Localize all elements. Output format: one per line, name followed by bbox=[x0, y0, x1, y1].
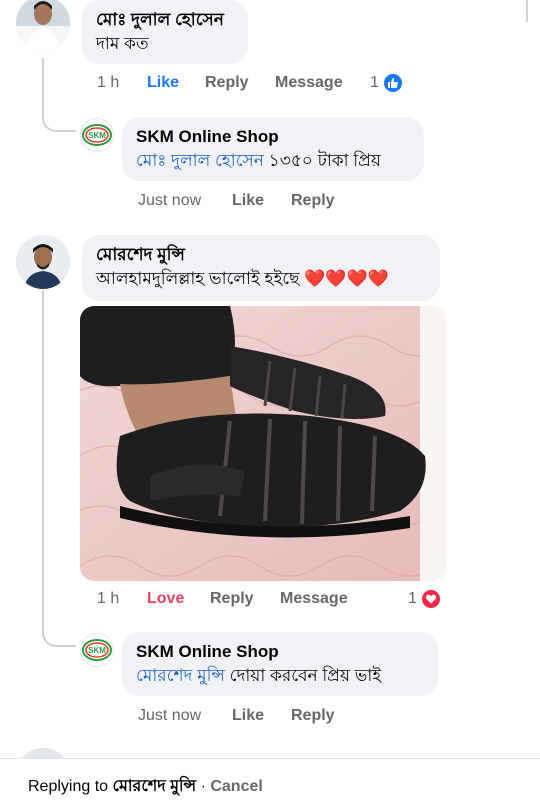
comment-actions: 1 h Like Reply Message bbox=[97, 74, 343, 92]
comment-author[interactable]: মোঃ দুলাল হোসেন bbox=[96, 9, 234, 31]
avatar[interactable] bbox=[16, 235, 70, 289]
reply-button[interactable]: Reply bbox=[205, 74, 275, 92]
replying-to-text: Replying to মোরশেদ মুন্সি · Cancel bbox=[28, 778, 263, 795]
reply-button[interactable]: Reply bbox=[291, 192, 335, 210]
comment-author[interactable]: SKM Online Shop bbox=[136, 126, 410, 148]
reaction-count: 1 bbox=[408, 590, 417, 607]
mention-link[interactable]: মোরশেদ মুন্সি bbox=[136, 666, 225, 685]
scroll-indicator bbox=[526, 0, 528, 22]
reply-bubble[interactable]: SKM Online Shop মোঃ দুলাল হোসেন ১৩৫০ টাক… bbox=[122, 117, 424, 181]
reply-actions: Just now Like Reply bbox=[138, 707, 335, 725]
message-button[interactable]: Message bbox=[275, 74, 343, 92]
message-button[interactable]: Message bbox=[280, 590, 348, 608]
comment-time: Just now bbox=[138, 192, 202, 209]
svg-text:SKM: SKM bbox=[88, 131, 106, 140]
replying-to-bar: Replying to মোরশেদ মুন্সি · Cancel bbox=[0, 758, 540, 802]
avatar[interactable]: SKM bbox=[80, 633, 114, 667]
cancel-button[interactable]: Cancel bbox=[210, 778, 262, 795]
mention-link[interactable]: মোঃ দুলাল হোসেন bbox=[136, 151, 264, 170]
reply-button[interactable]: Reply bbox=[291, 707, 335, 725]
reaction-summary[interactable]: 1 bbox=[370, 72, 404, 94]
like-button[interactable]: Like bbox=[232, 192, 291, 210]
love-icon bbox=[419, 588, 442, 610]
comment-time: 1 h bbox=[97, 590, 120, 607]
user-avatar-icon bbox=[16, 235, 70, 289]
thread-connector bbox=[42, 110, 76, 132]
comment-author[interactable]: SKM Online Shop bbox=[136, 641, 424, 663]
reply-button[interactable]: Reply bbox=[210, 590, 280, 608]
reply-bubble[interactable]: SKM Online Shop মোরশেদ মুন্সি দোয়া করবে… bbox=[122, 632, 438, 696]
avatar[interactable]: SKM bbox=[80, 118, 114, 152]
comment-photo[interactable] bbox=[80, 306, 446, 581]
shop-logo-icon: SKM bbox=[82, 639, 112, 661]
comment-text: মোঃ দুলাল হোসেন ১৩৫০ টাকা প্রিয় bbox=[136, 151, 381, 170]
comment-text: আলহামদুলিল্লাহ ভালোই হইছে ❤️❤️❤️❤️ bbox=[96, 269, 389, 288]
comment-bubble[interactable]: মোরশেদ মুন্সি আলহামদুলিল্লাহ ভালোই হইছে … bbox=[82, 235, 440, 301]
sandal-photo bbox=[80, 306, 446, 581]
avatar[interactable] bbox=[16, 0, 70, 50]
like-icon bbox=[381, 72, 404, 94]
svg-text:SKM: SKM bbox=[88, 646, 106, 655]
thread-connector bbox=[42, 625, 76, 647]
comment-actions: 1 h Love Reply Message bbox=[97, 590, 348, 608]
like-button[interactable]: Like bbox=[232, 707, 291, 725]
reaction-summary[interactable]: 1 bbox=[408, 588, 442, 610]
love-button[interactable]: Love bbox=[147, 590, 210, 608]
like-button[interactable]: Like bbox=[147, 74, 205, 92]
comment-bubble[interactable]: মোঃ দুলাল হোসেন দাম কত bbox=[82, 0, 248, 64]
replying-to-name: মোরশেদ মুন্সি bbox=[112, 778, 197, 795]
reaction-count: 1 bbox=[370, 74, 379, 91]
comment-text: মোরশেদ মুন্সি দোয়া করবেন প্রিয় ভাই bbox=[136, 666, 382, 685]
reply-actions: Just now Like Reply bbox=[138, 192, 335, 210]
comment-time: 1 h bbox=[97, 74, 120, 91]
comment-text: দাম কত bbox=[96, 34, 149, 53]
thread-line bbox=[42, 290, 44, 635]
shop-logo-icon: SKM bbox=[82, 124, 112, 146]
comment-author[interactable]: মোরশেদ মুন্সি bbox=[96, 244, 426, 266]
user-avatar-icon bbox=[16, 0, 70, 50]
comment-time: Just now bbox=[138, 707, 202, 724]
